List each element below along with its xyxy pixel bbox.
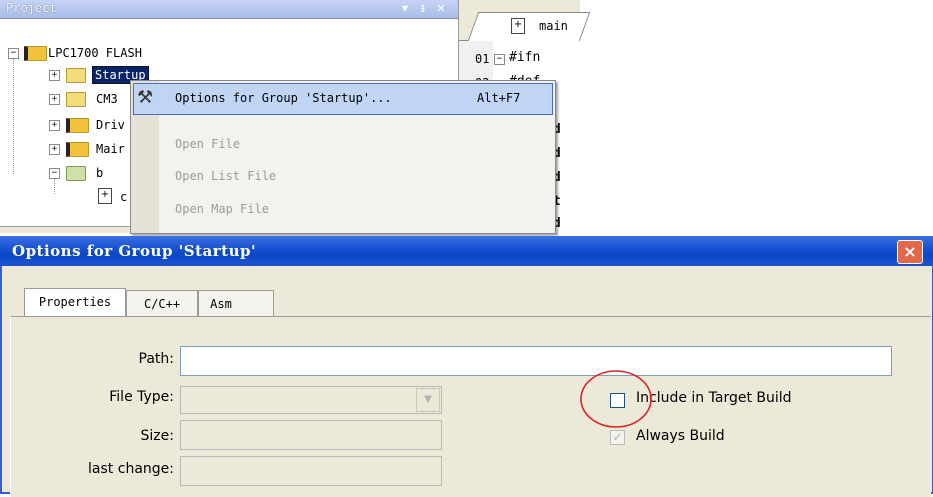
folder-icon [66,68,86,83]
last-change-label: last change: [88,461,174,477]
tree-item-label: CM3 [96,92,118,106]
always-build-checkbox[interactable]: ✓ [610,430,625,445]
size-field [180,420,442,450]
project-icon [24,46,47,61]
menu-item-open-list-file[interactable]: Open List File [175,169,276,183]
fold-icon[interactable]: − [494,54,505,65]
expand-icon[interactable]: + [49,94,60,105]
menu-item-label: Options for Group 'Startup'... [175,91,392,105]
file-type-label: File Type: [109,389,174,405]
tree-item-label: b [96,166,104,180]
folder-icon [66,118,89,133]
options-wand-icon: ⚒ [137,87,154,108]
tree-item-label: Driv [96,118,125,132]
folder-icon [66,92,86,107]
collapse-icon[interactable]: − [49,168,60,179]
source-file-icon: + [511,18,525,34]
tree-guide-line [13,58,14,174]
menu-item-shortcut: Alt+F7 [477,91,521,105]
collapse-icon[interactable]: − [8,48,19,59]
folder-icon [66,142,89,157]
tab-label: Asm [210,297,232,311]
size-label: Size: [140,428,174,444]
menu-item-open-map-file[interactable]: Open Map File [175,202,269,216]
annotation-circle [580,370,652,428]
dialog-title: Options for Group 'Startup' [12,242,257,260]
editor-tabbar: + main [459,0,591,41]
always-build-label[interactable]: Always Build [636,428,725,444]
line-number: 01 [475,52,490,66]
dialog-close-button[interactable]: × [897,240,923,264]
tree-item-label: c [120,190,128,204]
tree-guide-line [54,178,55,194]
open-folder-icon [66,166,86,181]
tree-item-label: Mair [96,142,125,156]
code-line: #ifn [509,50,541,65]
dropdown-icon[interactable]: ▾ [398,1,412,15]
last-change-field [180,456,442,486]
tab-label: Properties [38,295,112,309]
tab-properties[interactable]: Properties [24,288,126,317]
source-file-icon: + [98,188,112,204]
context-menu: ⚒ Options for Group 'Startup'... Alt+F7 … [130,80,556,234]
chevron-down-icon[interactable]: ▼ [416,388,440,412]
tab-label: C/C++ [143,297,181,311]
editor-tab[interactable] [467,12,591,41]
path-label: Path: [138,351,174,367]
project-panel-title: Project [6,1,57,15]
pin-icon[interactable]: ᵻ [416,1,430,15]
dialog-titlebar: Options for Group 'Startup' [0,236,933,266]
project-panel-titlebar: Project ▾ ᵻ × [0,0,458,19]
path-input[interactable] [180,346,892,376]
close-icon[interactable]: × [434,1,448,15]
tab-asm[interactable]: Asm [198,290,274,317]
editor-tab-label: main [539,19,568,33]
expand-icon[interactable]: + [49,120,60,131]
tree-item-label: LPC1700 FLASH [48,46,142,60]
menu-item-open-file[interactable]: Open File [175,137,240,151]
expand-icon[interactable]: + [49,144,60,155]
file-type-select[interactable] [180,386,442,414]
tab-c-cpp[interactable]: C/C++ [126,290,198,317]
include-in-target-build-label[interactable]: Include in Target Build [636,390,792,406]
expand-icon[interactable]: + [49,70,60,81]
